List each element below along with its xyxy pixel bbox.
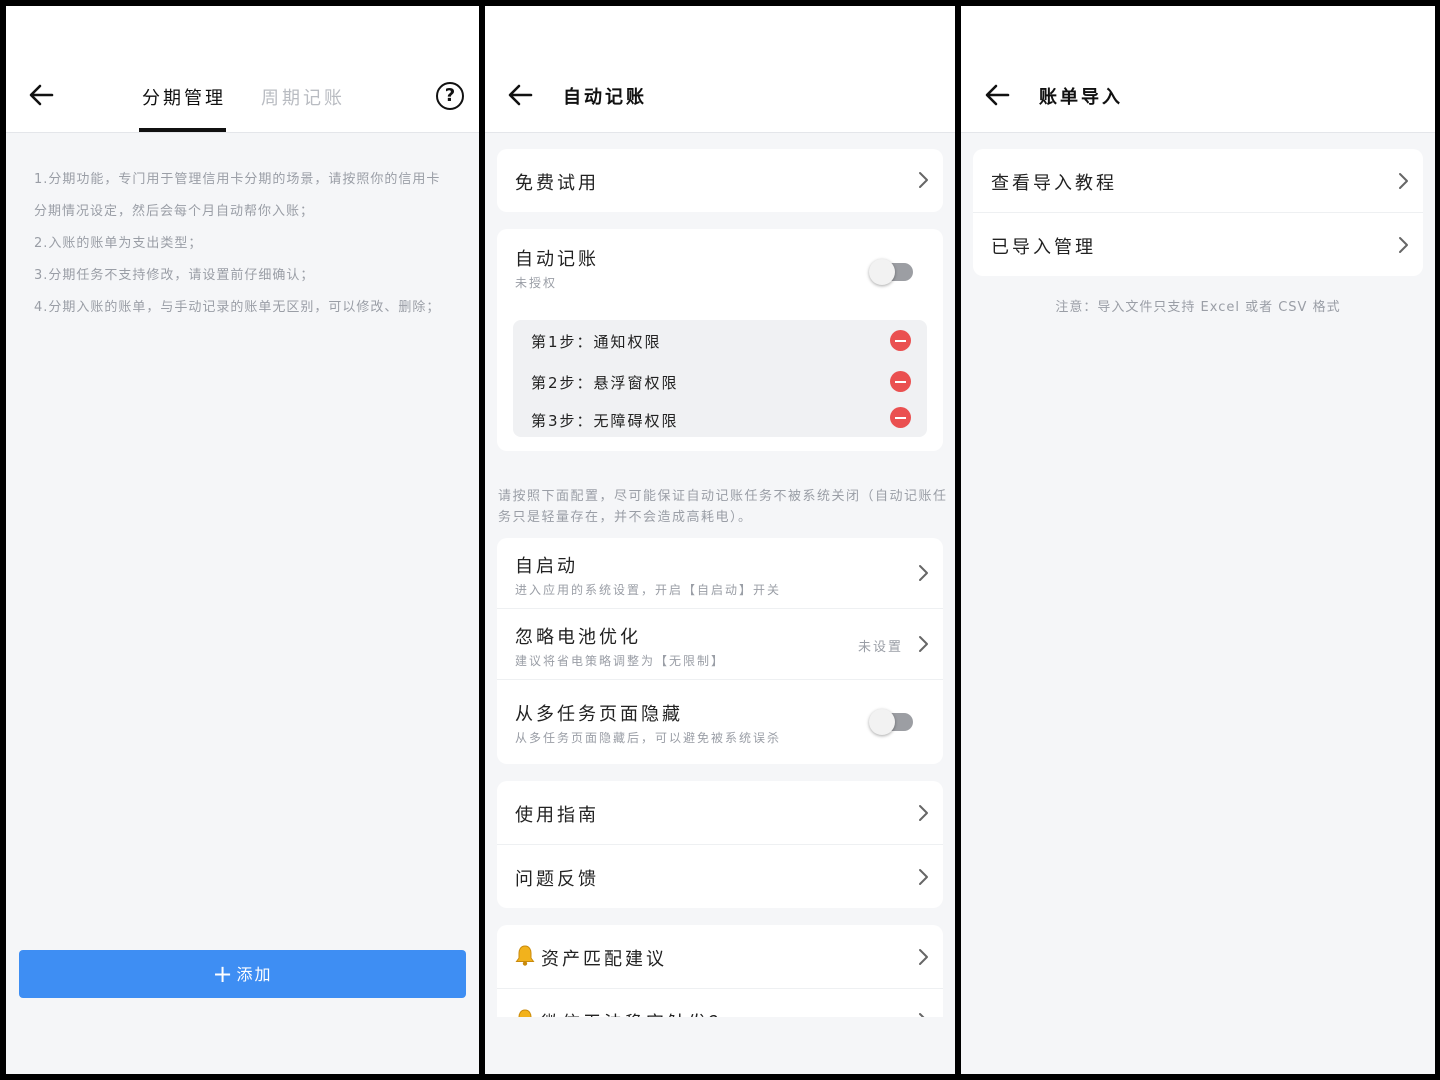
- hide-from-recents-toggle[interactable]: [869, 709, 913, 735]
- hide-from-recents-row: 从多任务页面隐藏 从多任务页面隐藏后，可以避免被系统误杀: [497, 680, 943, 764]
- asset-match-tip-label: 资产匹配建议: [541, 949, 667, 970]
- auto-record-toggle[interactable]: [869, 259, 913, 285]
- toggle-knob: [869, 259, 895, 285]
- info-line: 4.分期入账的账单，与手动记录的账单无区别，可以修改、删除；: [34, 300, 441, 315]
- auto-record-title: 自动记账: [515, 249, 599, 270]
- hide-from-recents-subtitle: 从多任务页面隐藏后，可以避免被系统误杀: [515, 731, 782, 745]
- info-line: 3.分期任务不支持修改，请设置前仔细确认；: [34, 268, 315, 283]
- user-guide-label: 使用指南: [515, 805, 599, 826]
- step-overlay-permission[interactable]: 第2步：悬浮窗权限: [531, 372, 679, 393]
- help-icon[interactable]: ?: [436, 82, 464, 110]
- auto-record-status: 未授权: [515, 276, 558, 290]
- tips-clip: 资产匹配建议 微信无法稳定触发？: [485, 925, 955, 1017]
- autostart-row[interactable]: 自启动 进入应用的系统设置，开启【自启动】开关: [497, 538, 943, 609]
- free-trial-row[interactable]: 免费试用: [497, 149, 943, 212]
- import-format-note: 注意：导入文件只支持 Excel 或者 CSV 格式: [1055, 300, 1341, 315]
- info-line: 2.入账的账单为支出类型；: [34, 236, 203, 251]
- import-options-card: 查看导入教程 已导入管理: [973, 149, 1423, 276]
- step-notification-permission[interactable]: 第1步：通知权限: [531, 331, 662, 352]
- battery-optimization-title: 忽略电池优化: [515, 627, 641, 648]
- chevron-right-icon: [919, 869, 928, 885]
- step-accessibility-permission[interactable]: 第3步：无障碍权限: [531, 410, 679, 431]
- free-trial-card: 免费试用: [497, 149, 943, 212]
- installment-screen: 分期管理 周期记账 ? 1.分期功能，专门用于管理信用卡分期的场景，请按照你的信…: [6, 6, 479, 1074]
- installment-info: 1.分期功能，专门用于管理信用卡分期的场景，请按照你的信用卡分期情况设定，然后会…: [34, 164, 454, 324]
- app-bar: 账单导入: [961, 6, 1435, 133]
- add-button-label: 添加: [236, 965, 273, 984]
- chevron-right-icon: [919, 565, 928, 581]
- chevron-right-icon: [919, 805, 928, 821]
- bell-icon: [515, 945, 535, 966]
- free-trial-label: 免费试用: [515, 173, 599, 194]
- tips-card: 资产匹配建议 微信无法稳定触发？: [497, 925, 943, 1017]
- wechat-tip-label: 微信无法稳定触发？: [541, 1009, 730, 1017]
- auto-record-screen: 自动记账 免费试用 自动记账 未授权 第1步：通知权限 第2步：悬浮窗权限 第3…: [485, 6, 955, 1074]
- back-arrow-icon[interactable]: [507, 82, 533, 108]
- chevron-right-icon: [1399, 237, 1408, 253]
- back-arrow-icon[interactable]: [28, 82, 54, 108]
- active-tab-indicator: [139, 128, 226, 132]
- tab-periodic-record[interactable]: 周期记账: [261, 84, 345, 110]
- battery-optimization-status: 未设置: [857, 640, 903, 655]
- minus-circle-icon: [890, 330, 911, 351]
- auto-record-card: 自动记账 未授权 第1步：通知权限 第2步：悬浮窗权限 第3步：无障碍权限: [497, 229, 943, 451]
- permission-steps: 第1步：通知权限 第2步：悬浮窗权限 第3步：无障碍权限: [513, 320, 927, 437]
- bill-import-screen: 账单导入 查看导入教程 已导入管理 注意：导入文件只支持 Excel 或者 CS…: [961, 6, 1435, 1074]
- tab-installment-management[interactable]: 分期管理: [142, 84, 226, 110]
- config-note: 请按照下面配置，尽可能保证自动记账任务不被系统关闭（自动记账任务只是轻量存在，并…: [498, 489, 948, 525]
- back-arrow-icon[interactable]: [984, 82, 1010, 108]
- help-links-card: 使用指南 问题反馈: [497, 781, 943, 908]
- minus-circle-icon: [890, 371, 911, 392]
- autostart-title: 自启动: [515, 556, 578, 577]
- autostart-subtitle: 进入应用的系统设置，开启【自启动】开关: [515, 583, 782, 597]
- info-line: 1.分期功能，专门用于管理信用卡分期的场景，请按照你的信用卡分期情况设定，然后会…: [34, 172, 441, 219]
- import-tutorial-label: 查看导入教程: [991, 173, 1117, 194]
- imported-management-label: 已导入管理: [991, 237, 1096, 258]
- wechat-tip-row[interactable]: 微信无法稳定触发？: [497, 989, 943, 1017]
- battery-optimization-row[interactable]: 忽略电池优化 建议将省电策略调整为【无限制】 未设置: [497, 609, 943, 680]
- chevron-right-icon: [919, 1013, 925, 1017]
- bell-icon: [518, 1009, 532, 1017]
- chevron-right-icon: [1399, 173, 1408, 189]
- import-tutorial-row[interactable]: 查看导入教程: [973, 149, 1423, 213]
- imported-management-row[interactable]: 已导入管理: [973, 213, 1423, 276]
- battery-optimization-subtitle: 建议将省电策略调整为【无限制】: [515, 654, 726, 668]
- page-title: 账单导入: [1039, 87, 1123, 108]
- asset-match-tip-row[interactable]: 资产匹配建议: [497, 925, 943, 989]
- feedback-label: 问题反馈: [515, 869, 599, 890]
- plus-icon: +: [212, 960, 233, 988]
- page-title: 自动记账: [563, 87, 647, 108]
- system-settings-card: 自启动 进入应用的系统设置，开启【自启动】开关 忽略电池优化 建议将省电策略调整…: [497, 538, 943, 764]
- hide-from-recents-title: 从多任务页面隐藏: [515, 704, 683, 725]
- chevron-right-icon: [919, 949, 928, 965]
- feedback-row[interactable]: 问题反馈: [497, 845, 943, 908]
- chevron-right-icon: [919, 636, 928, 652]
- add-button[interactable]: + 添加: [19, 950, 466, 998]
- app-bar: 自动记账: [485, 6, 955, 133]
- minus-circle-icon: [890, 407, 911, 428]
- app-bar: 分期管理 周期记账 ?: [6, 6, 479, 133]
- chevron-right-icon: [919, 172, 928, 188]
- user-guide-row[interactable]: 使用指南: [497, 781, 943, 845]
- toggle-knob: [869, 709, 895, 735]
